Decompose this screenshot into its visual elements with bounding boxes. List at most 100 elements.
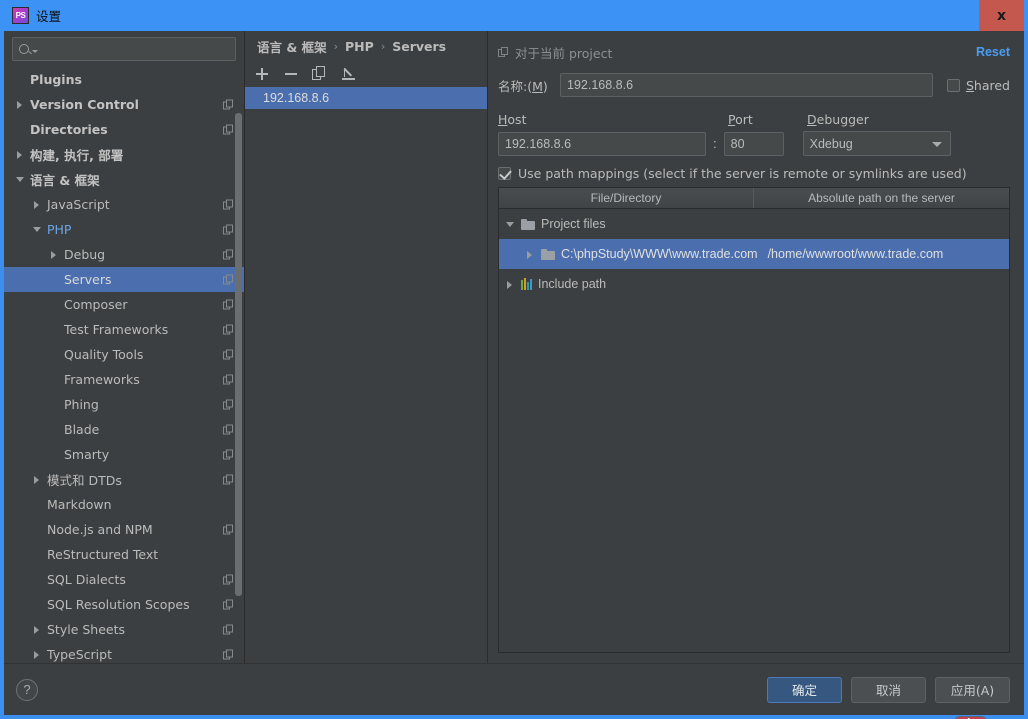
copy-server-button[interactable] — [312, 66, 328, 82]
sidebar-item-plugins[interactable]: Plugins — [4, 67, 244, 92]
sidebar-item-smarty[interactable]: Smarty — [4, 442, 244, 467]
chevron-right-icon[interactable] — [14, 148, 27, 161]
name-input[interactable] — [560, 73, 933, 97]
host-port-separator: : — [713, 136, 717, 151]
chevron-right-icon[interactable] — [524, 248, 537, 261]
port-input[interactable] — [723, 131, 784, 156]
sidebar-item-debug[interactable]: Debug — [4, 242, 244, 267]
ok-button[interactable]: 确定 — [767, 676, 842, 703]
host-input[interactable] — [498, 131, 706, 156]
sidebar-item-composer[interactable]: Composer — [4, 292, 244, 317]
table-row[interactable]: C:\phpStudy\WWW\www.trade.com/home/wwwro… — [499, 239, 1009, 269]
sidebar-item-label: Style Sheets — [47, 622, 126, 637]
chevron-right-icon[interactable] — [31, 198, 44, 211]
shared-checkbox[interactable]: Shared — [946, 77, 1010, 93]
copy-icon — [223, 224, 234, 235]
use-path-mappings-box[interactable] — [498, 167, 511, 180]
debugger-select-value: Xdebug — [809, 136, 853, 151]
copy-icon — [223, 199, 234, 210]
sidebar-item-directories[interactable]: Directories — [4, 117, 244, 142]
sidebar-item-restructured-text[interactable]: ReStructured Text — [4, 542, 244, 567]
column-header-file-directory[interactable]: File/Directory — [499, 188, 754, 208]
cancel-button[interactable]: 取消 — [851, 676, 926, 703]
sidebar-item-version-control[interactable]: Version Control — [4, 92, 244, 117]
sidebar-item-dtds[interactable]: 模式和 DTDs — [4, 467, 244, 492]
copy-icon — [223, 524, 234, 535]
chevron-down-icon[interactable] — [31, 223, 44, 236]
dialog-content: Plugins Version Control Directories 构建, 执行,… — [4, 31, 1024, 663]
server-list[interactable]: 192.168.8.6 — [245, 87, 487, 663]
column-header-absolute-path[interactable]: Absolute path on the server — [754, 188, 1009, 208]
chevron-right-icon[interactable] — [31, 473, 44, 486]
chevron-down-icon — [931, 142, 942, 147]
chevron-right-icon[interactable] — [504, 278, 517, 291]
cell-file-directory: Include path — [538, 277, 607, 291]
sidebar-scrollbar[interactable] — [235, 113, 242, 596]
shared-label: Shared — [965, 77, 1010, 93]
breadcrumb-item[interactable]: PHP — [345, 39, 374, 54]
debugger-select[interactable]: Xdebug — [802, 131, 951, 156]
sidebar-item-[interactable]: 构建, 执行, 部署 — [4, 142, 244, 167]
sidebar-item-label: Servers — [64, 272, 112, 287]
sidebar-item-servers[interactable]: Servers — [4, 267, 244, 292]
path-mappings-table: File/Directory Absolute path on the serv… — [498, 187, 1010, 653]
settings-tree[interactable]: Plugins Version Control Directories 构建, 执行,… — [4, 65, 244, 663]
sidebar-item-label: Frameworks — [64, 372, 140, 387]
sidebar-item-phing[interactable]: Phing — [4, 392, 244, 417]
table-row[interactable]: Include path — [499, 269, 1009, 299]
apply-button[interactable]: 应用(A) — [935, 676, 1010, 703]
sidebar-item-frameworks[interactable]: Frameworks — [4, 367, 244, 392]
search-input[interactable] — [38, 42, 229, 56]
import-server-button[interactable] — [341, 66, 357, 82]
chevron-down-icon[interactable] — [504, 218, 517, 231]
sidebar-item-quality-tools[interactable]: Quality Tools — [4, 342, 244, 367]
shared-checkbox-box[interactable] — [946, 78, 960, 92]
reset-link[interactable]: Reset — [976, 45, 1010, 59]
debugger-label: Debugger — [807, 112, 869, 127]
chevron-right-icon[interactable] — [31, 623, 44, 636]
sidebar-item-[interactable]: 语言 & 框架 — [4, 167, 244, 192]
sidebar-item-label: Debug — [64, 247, 106, 262]
help-button[interactable]: ? — [16, 678, 38, 701]
sidebar-item-javascript[interactable]: JavaScript — [4, 192, 244, 217]
search-icon — [19, 44, 29, 54]
settings-categories-sidebar: Plugins Version Control Directories 构建, 执行,… — [4, 31, 245, 663]
sidebar-item-typescript[interactable]: TypeScript — [4, 642, 244, 663]
sidebar-item-style-sheets[interactable]: Style Sheets — [4, 617, 244, 642]
sidebar-item-markdown[interactable]: Markdown — [4, 492, 244, 517]
port-label: Port — [728, 112, 753, 127]
sidebar-item-label: Phing — [64, 397, 99, 412]
chevron-down-icon[interactable] — [14, 173, 27, 186]
servers-toolbar — [245, 61, 487, 87]
sidebar-item-node-js-and-npm[interactable]: Node.js and NPM — [4, 517, 244, 542]
add-server-button[interactable] — [254, 66, 270, 82]
remove-server-button[interactable] — [283, 66, 299, 82]
sidebar-item-label: Version Control — [30, 97, 139, 112]
sidebar-item-sql-dialects[interactable]: SQL Dialects — [4, 567, 244, 592]
path-mappings-table-body[interactable]: Project files C:\phpStudy\WWW\www.trade.c… — [499, 209, 1009, 652]
sidebar-item-label: PHP — [47, 222, 72, 237]
chevron-right-icon[interactable] — [14, 98, 27, 111]
table-row[interactable]: Project files — [499, 209, 1009, 239]
breadcrumb-item[interactable]: 语言 & 框架 — [257, 37, 327, 56]
title-bar-left: PS 设置 — [0, 6, 979, 25]
sidebar-item-blade[interactable]: Blade — [4, 417, 244, 442]
scope-header: 对于当前 project Reset — [498, 41, 1010, 63]
chevron-right-icon[interactable] — [48, 248, 61, 261]
use-path-mappings-checkbox[interactable]: Use path mappings (select if the server … — [498, 166, 1010, 181]
sidebar-item-test-frameworks[interactable]: Test Frameworks — [4, 317, 244, 342]
sidebar-item-php[interactable]: PHP — [4, 217, 244, 242]
sidebar-item-sql-resolution-scopes[interactable]: SQL Resolution Scopes — [4, 592, 244, 617]
sidebar-item-label: Node.js and NPM — [47, 522, 153, 537]
search-box[interactable] — [12, 37, 236, 61]
server-list-item[interactable]: 192.168.8.6 — [245, 87, 487, 109]
breadcrumb-item[interactable]: Servers — [392, 39, 446, 54]
chevron-right-icon[interactable] — [31, 648, 44, 661]
sidebar-item-label: SQL Resolution Scopes — [47, 597, 190, 612]
close-button[interactable]: x — [979, 0, 1024, 31]
